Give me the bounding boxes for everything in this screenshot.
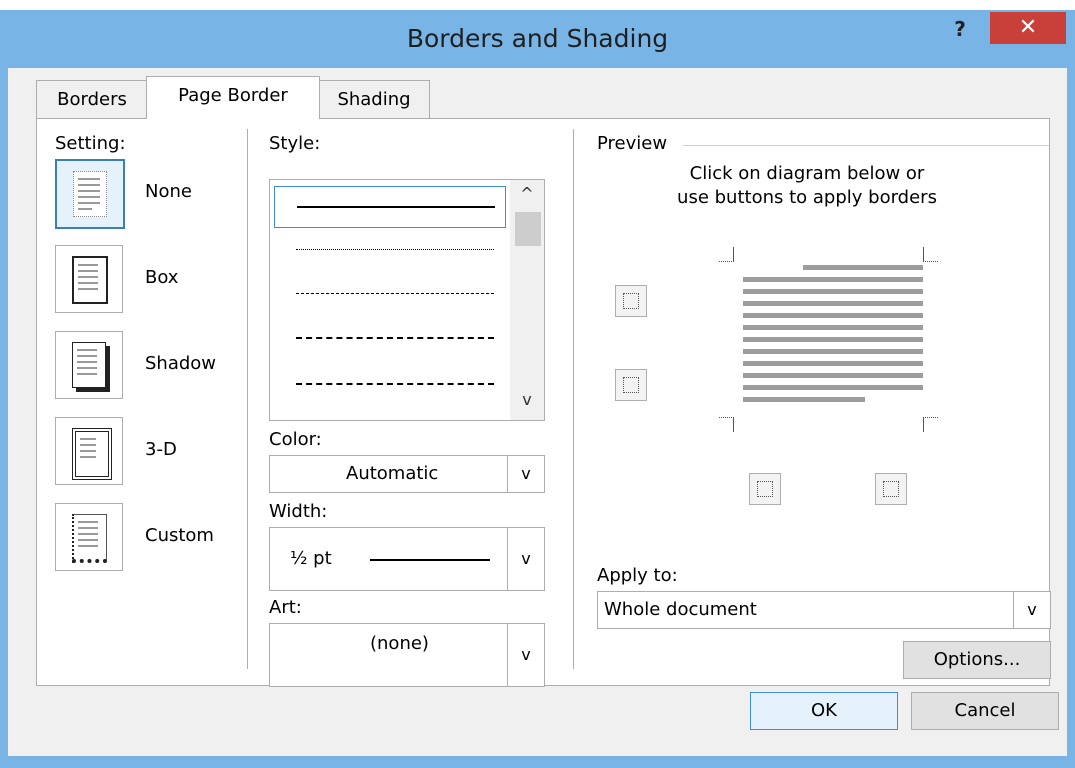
scroll-down-icon[interactable]: v [510, 390, 544, 409]
style-option-dotted[interactable] [274, 230, 504, 270]
box-setting-icon [72, 256, 108, 304]
style-option-dashed[interactable] [274, 318, 504, 358]
apply-to-label: Apply to: [597, 565, 678, 586]
dialog-title: Borders and Shading [406, 24, 669, 53]
chevron-down-icon[interactable]: v [507, 624, 544, 686]
shadow-setting-icon [72, 342, 106, 388]
preview-diagram[interactable] [719, 247, 947, 437]
apply-to-value: Whole document [604, 599, 757, 620]
color-value: Automatic [346, 463, 439, 484]
tab-label: Borders [57, 89, 127, 110]
color-dropdown[interactable]: Automatic v [269, 455, 545, 493]
style-listbox[interactable]: ^ v [269, 179, 545, 421]
chevron-down-icon[interactable]: v [1013, 592, 1050, 628]
style-heading: Style: [269, 133, 321, 154]
apply-to-dropdown[interactable]: Whole document v [597, 591, 1051, 629]
preview-heading: Preview [597, 133, 668, 154]
dialog-client: Borders Page Border Shading Setting: Non… [8, 68, 1067, 756]
style-scrollbar[interactable]: ^ v [510, 180, 544, 420]
setting-box-label: Box [145, 267, 179, 288]
ok-button[interactable]: OK [750, 692, 898, 730]
help-button[interactable]: ? [945, 14, 975, 44]
top-border-icon [623, 293, 639, 309]
chevron-down-icon[interactable]: v [507, 456, 544, 492]
setting-3d-button[interactable] [55, 417, 123, 485]
tab-label: Shading [337, 89, 411, 110]
bottom-border-button[interactable] [615, 369, 647, 401]
left-border-icon [757, 481, 773, 497]
art-value: (none) [370, 633, 429, 654]
setting-custom-label: Custom [145, 525, 214, 546]
width-line-sample [370, 559, 490, 561]
tab-label: Page Border [178, 85, 288, 106]
setting-box-button[interactable] [55, 245, 123, 313]
setting-custom-button[interactable] [55, 503, 123, 571]
none-setting-icon [73, 171, 107, 217]
setting-shadow-button[interactable] [55, 331, 123, 399]
3d-setting-icon [72, 428, 112, 480]
width-value: ½ pt [290, 548, 332, 569]
bottom-border-icon [623, 377, 639, 393]
column-divider [573, 129, 574, 669]
column-divider [247, 129, 248, 669]
art-dropdown[interactable]: (none) v [269, 623, 545, 687]
preview-groupline [683, 145, 1049, 146]
setting-shadow-label: Shadow [145, 353, 217, 374]
style-option-dash-dot[interactable] [274, 364, 504, 404]
style-option-solid[interactable] [274, 186, 506, 228]
left-border-button[interactable] [749, 473, 781, 505]
width-label: Width: [269, 501, 328, 522]
chevron-down-icon[interactable]: v [507, 528, 544, 590]
tab-shading[interactable]: Shading [318, 80, 430, 119]
setting-heading: Setting: [55, 133, 126, 154]
right-border-button[interactable] [875, 473, 907, 505]
setting-none-label: None [145, 181, 192, 202]
cancel-button[interactable]: Cancel [911, 692, 1059, 730]
color-label: Color: [269, 429, 322, 450]
options-button[interactable]: Options... [903, 641, 1051, 679]
preview-instruction-1: Click on diagram below or [689, 163, 925, 184]
setting-none-button[interactable] [55, 159, 125, 229]
scroll-up-icon[interactable]: ^ [510, 184, 544, 203]
close-button[interactable]: ✕ [990, 12, 1066, 44]
page-border-panel: Setting: None Box Shadow 3-D Custom Styl… [36, 118, 1051, 687]
style-option-dashed-small[interactable] [274, 274, 504, 314]
tab-page-border[interactable]: Page Border [146, 76, 320, 119]
tab-borders[interactable]: Borders [36, 80, 148, 119]
width-dropdown[interactable]: ½ pt v [269, 527, 545, 591]
custom-setting-icon [72, 514, 107, 563]
top-border-button[interactable] [615, 285, 647, 317]
art-label: Art: [269, 597, 302, 618]
setting-3d-label: 3-D [145, 439, 177, 460]
scroll-thumb[interactable] [515, 212, 541, 246]
dialog-window: Borders and Shading ? ✕ Borders Page Bor… [0, 10, 1075, 768]
preview-instruction-2: use buttons to apply borders [677, 187, 937, 208]
right-border-icon [883, 481, 899, 497]
